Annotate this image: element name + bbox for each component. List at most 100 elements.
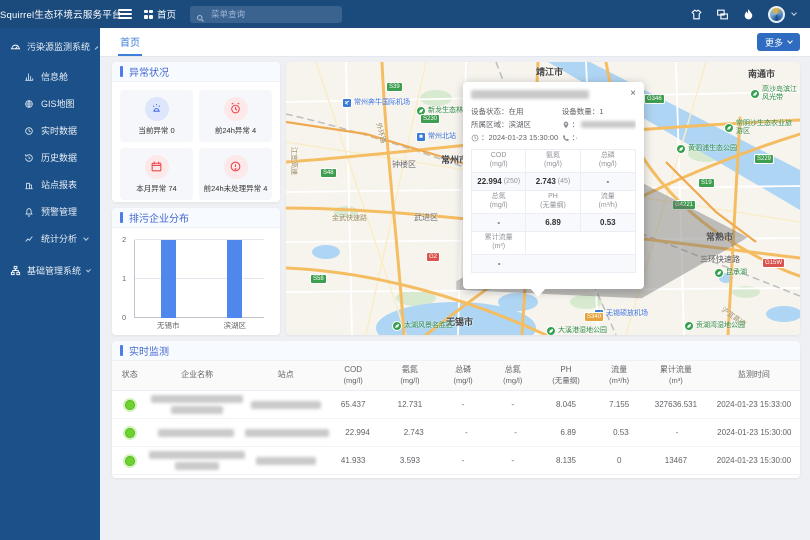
popup-param-value: - [472,255,526,273]
warning-icon [224,155,248,179]
cell-value: 2024-01-23 15:30:00 [709,428,800,437]
bar-滨湖区: 滨湖区 [202,240,269,318]
cell-value: 7.155 [594,400,644,409]
popup-param-header: COD(mg/l) [472,150,526,173]
map-label: 太湖风景名胜区 [392,321,453,331]
dashboard-icon [24,72,34,82]
map-label: 高沙岛滨江风光带 [750,86,800,102]
popup-param-header: 氨氮(mg/l) [526,150,580,173]
sidebar-item-预警管理[interactable]: 预警管理 [0,198,100,225]
sidebar-item-信息舱[interactable]: 信息舱 [0,63,100,90]
sidebar-collapse-icon[interactable] [118,9,132,19]
cell-value: - [442,428,491,437]
map-label: 钟楼区 [392,159,416,170]
sidebar-item-站点报表[interactable]: 站点报表 [0,171,100,198]
cell-value: - [491,428,540,437]
enterprise-name-redacted [147,451,246,470]
sidebar-section-base-manage[interactable]: 基础管理系统 [0,252,100,287]
station-popup: × 设备状态：在用 所属区域：滨湖区 ：2024-01-23 15:30:00 … [463,82,644,289]
main-area: 首页 更多 异常状况 当前异常 0 前24h异常 4 本月异常 74 前24h未… [100,28,810,540]
map-label: 常州北站 [416,132,456,142]
popup-param-value: 2.743(45) [526,173,580,191]
column-header-站点: 站点 [247,370,325,380]
popup-param-header: PH(无量纲) [526,191,580,214]
theme-skin-icon[interactable] [690,8,703,21]
chevron-up-icon [95,46,99,50]
org-icon [10,265,21,276]
map-label: 南通市 [748,67,775,80]
more-button[interactable]: 更多 [757,33,800,51]
column-header-总氮: 总氮(mg/l) [488,365,538,385]
stat-card-前24h异常[interactable]: 前24h异常 4 [199,90,272,142]
sidebar-item-GIS地图[interactable]: GIS地图 [0,90,100,117]
road-badge: S48 [320,168,337,178]
home-link[interactable]: 首页 [144,7,176,21]
enterprise-name-redacted [147,429,245,437]
road-badge: S229 [754,154,774,164]
cell-value: 0 [594,456,644,465]
road-badge: G15W [762,258,785,268]
chevron-down-icon[interactable] [791,10,797,16]
stat-card-前24h未处理异常[interactable]: 前24h未处理异常 4 [199,148,272,200]
sidebar-item-历史数据[interactable]: 历史数据 [0,144,100,171]
panel-enterprise-distribution: 排污企业分布 012 无锡市 滨湖区 [112,208,280,335]
search-input[interactable] [209,8,336,20]
sidebar-section-pollution-monitor[interactable]: 污染源监测系统 [0,28,100,63]
cell-value: 12.731 [382,400,439,409]
popup-param-header: 总磷(mg/l) [581,150,635,173]
popup-param-header: 流量(m³/h) [581,191,635,214]
road-badge: S39 [386,82,403,92]
status-dot-green [125,456,135,466]
panel-abnormal-status: 异常状况 当前异常 0 前24h异常 4 本月异常 74 前24h未处理异常 4 [112,62,280,202]
popup-close-button[interactable]: × [630,89,636,99]
stat-card-本月异常[interactable]: 本月异常 74 [120,148,193,200]
history-icon [24,153,34,163]
app-screen: Squirrel生态环境云服务平台 首页 污染源监测系统 信息 [0,0,810,540]
cell-value: 13467 [644,456,708,465]
column-header-监测时间: 监测时间 [708,370,800,380]
road-badge: S230 [420,114,440,124]
map-label: 江宜高速 [289,147,299,175]
tab-home[interactable]: 首页 [118,28,142,56]
apps-grid-icon [144,10,153,19]
cell-value: - [645,428,708,437]
column-header-COD: COD(mg/l) [325,365,382,385]
road-badge: S58 [310,274,327,284]
user-avatar[interactable] [768,6,785,23]
road-badge: G2 [426,252,440,262]
map-label: 常州奔牛国际机场 [342,98,410,108]
sidebar-item-统计分析[interactable]: 统计分析 [0,225,100,252]
table-row[interactable]: 41.9333.593--8.1350134672024-01-23 15:30… [112,447,800,475]
park-poi-icon [750,89,760,99]
park-poi-icon [684,321,694,331]
tab-strip: 首页 更多 [100,28,810,57]
popup-title-redacted [471,90,589,99]
table-row[interactable]: 65.43712.731--8.0457.155327636.5312024-0… [112,391,800,419]
stat-card-当前异常[interactable]: 当前异常 0 [120,90,193,142]
cell-value: - [438,456,488,465]
popup-info-line: ： [562,118,636,131]
table-row[interactable]: 22.9942.743--6.890.53-2024-01-23 15:30:0… [112,419,800,447]
map-label: 黄泗浦生态公园 [676,144,737,154]
cell-value: 8.045 [538,400,595,409]
gauge-icon [10,41,21,52]
cell-value: 6.89 [540,428,596,437]
search-icon [196,10,205,19]
cell-value: 327636.531 [644,400,708,409]
road-badge: G346 [644,94,665,104]
cell-value: 2.743 [386,428,442,437]
bar-无锡市: 无锡市 [135,240,202,318]
flame-icon[interactable] [742,8,755,21]
clock-icon [24,126,34,136]
map-label: 武进区 [414,212,438,223]
gis-map[interactable]: 靖江市南通市高沙岛滨江风光带常阴沙生态农业旅游区新龙生态林常州奔牛国际机场常州北… [286,62,800,335]
chevron-down-icon [83,235,89,241]
multi-screen-icon[interactable] [716,8,729,21]
popup-param-value: 0.53 [581,214,635,232]
column-header-企业名称: 企业名称 [147,370,246,380]
bar-chart: 012 无锡市 滨湖区 [134,240,268,318]
popup-param-value: - [472,214,526,232]
sidebar-item-实时数据[interactable]: 实时数据 [0,117,100,144]
menu-search [190,6,342,23]
chevron-down-icon [787,38,793,44]
